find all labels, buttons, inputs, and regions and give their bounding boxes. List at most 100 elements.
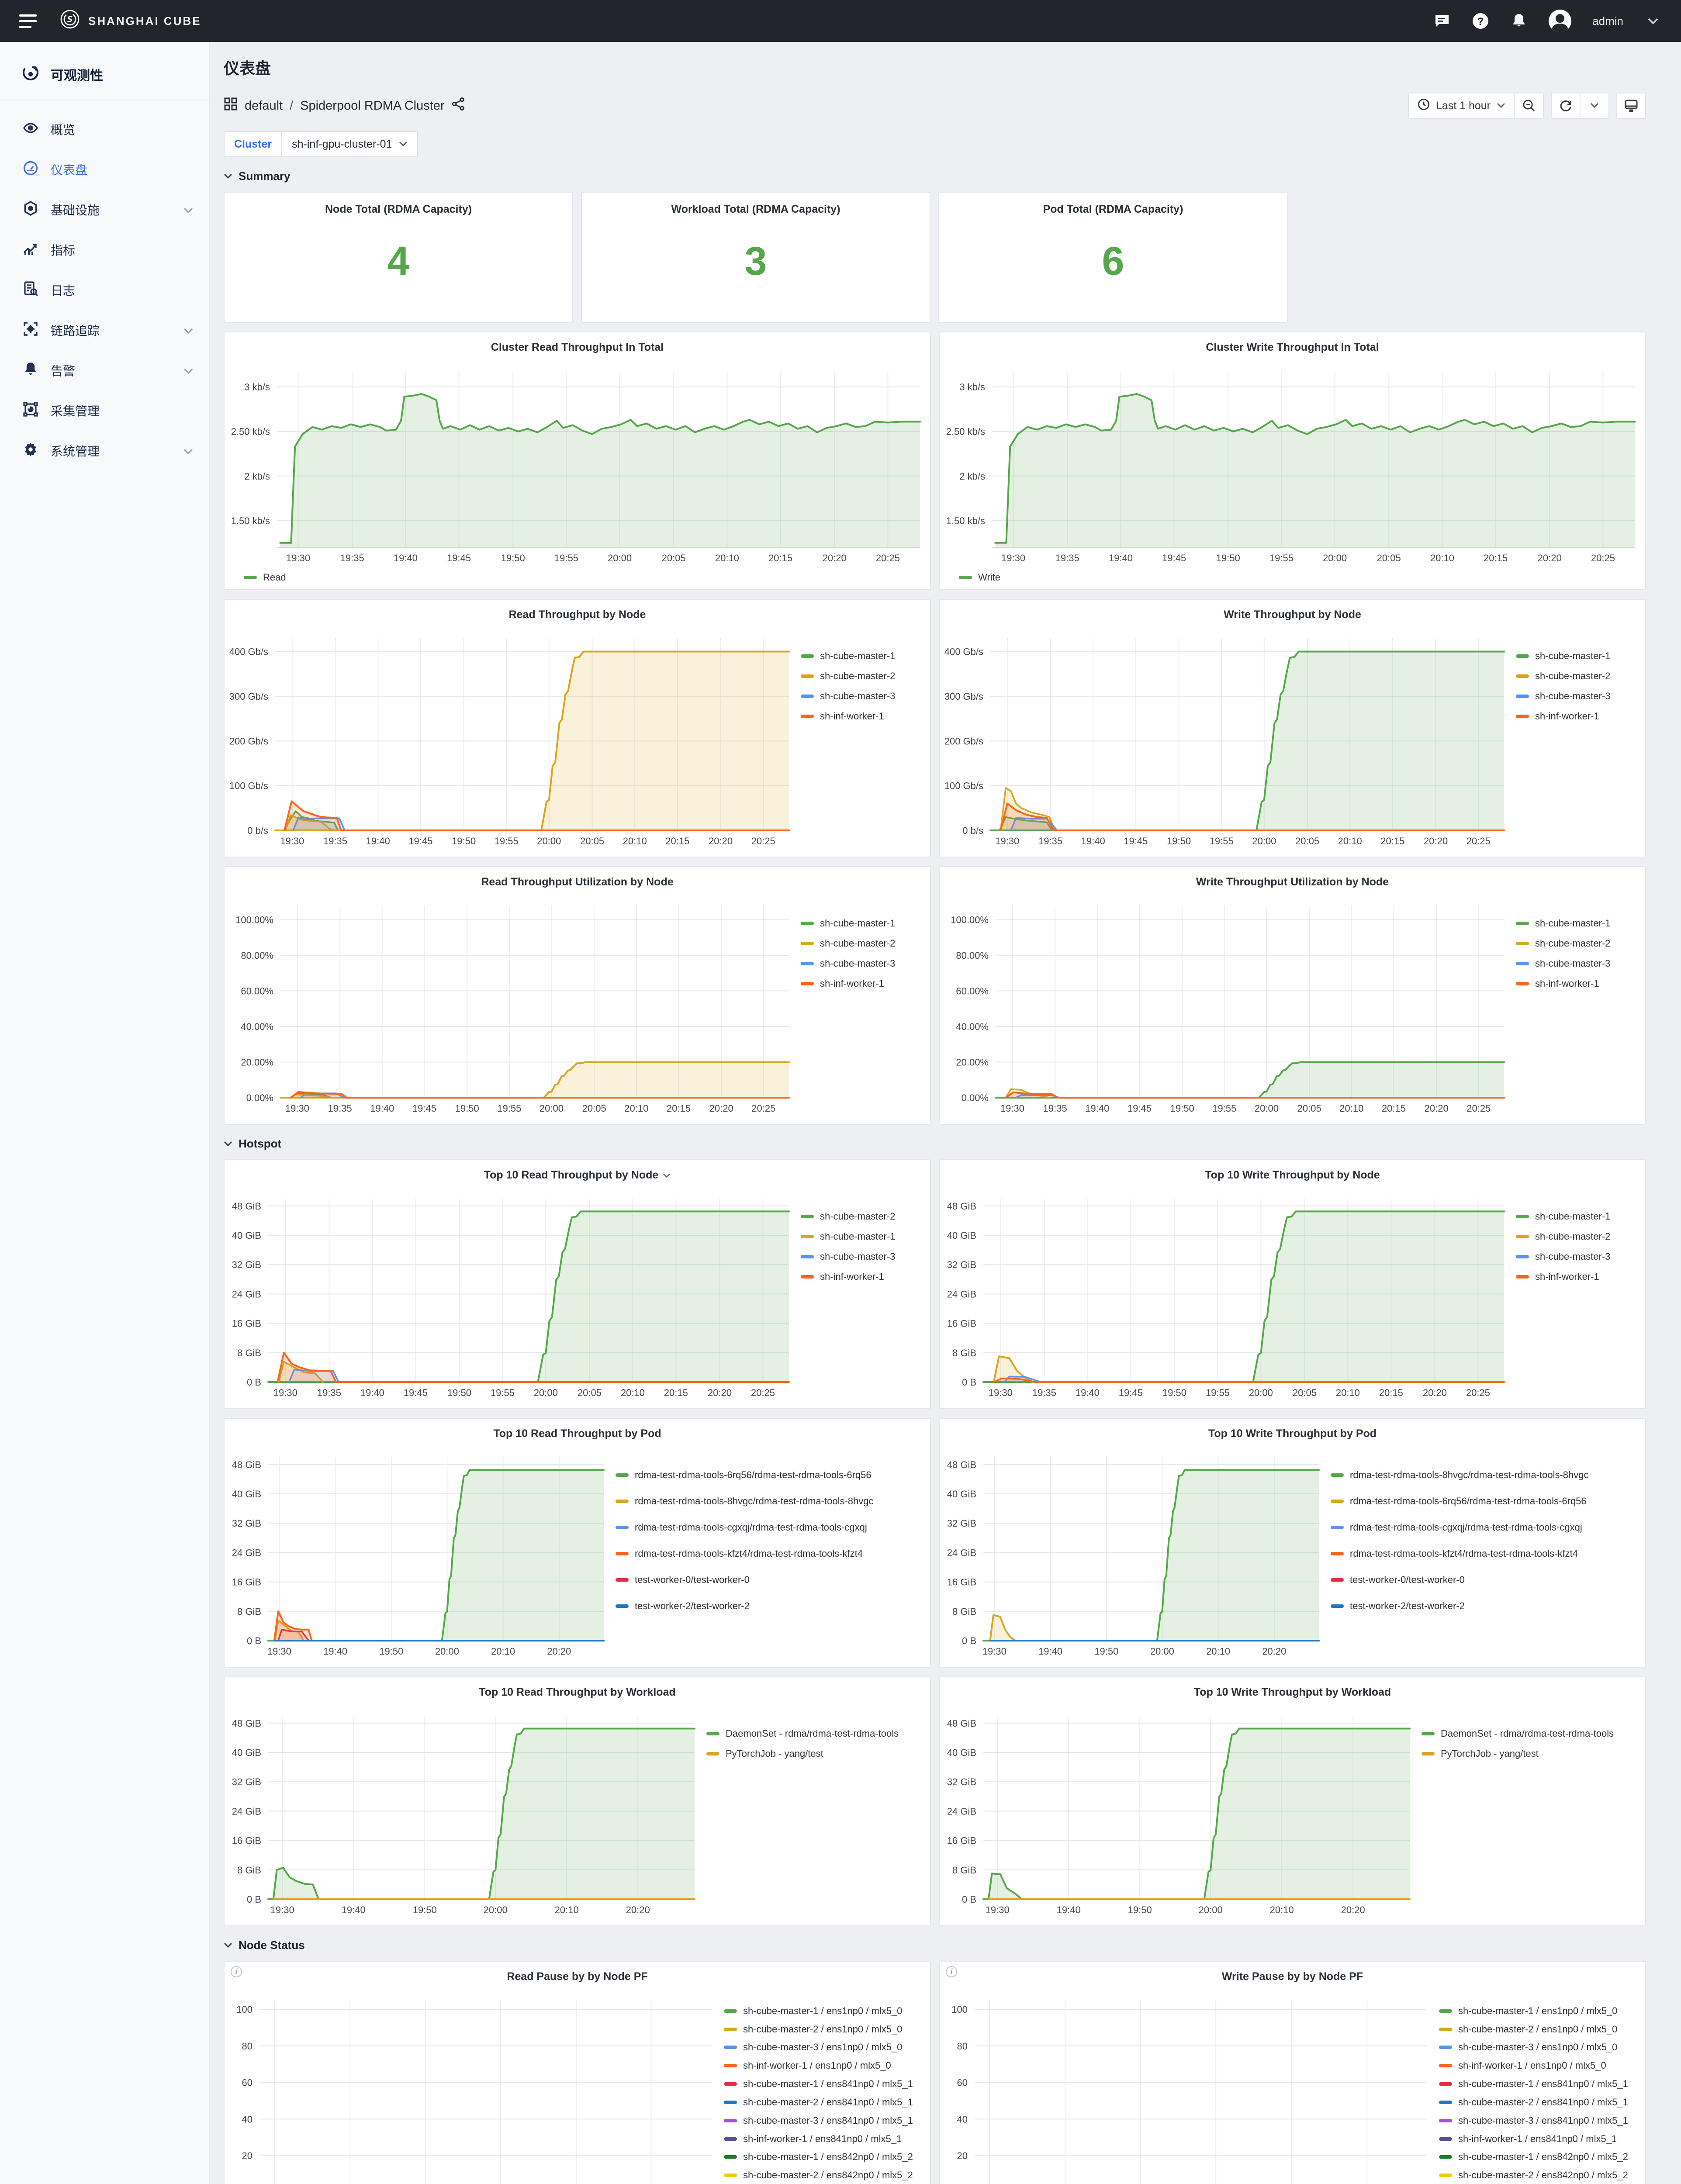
panel-info-icon[interactable]: i — [231, 1966, 242, 1977]
legend-item[interactable]: sh-inf-worker-1 — [1516, 711, 1638, 722]
chart-title[interactable]: Write Pause by by Node PF — [940, 1962, 1645, 1988]
share-icon[interactable] — [452, 97, 465, 114]
legend-item[interactable]: sh-inf-worker-1 / ens841np0 / mlx5_1 — [724, 2133, 923, 2145]
sidebar-item-logs[interactable]: 日志 — [0, 270, 209, 310]
sidebar-item-collection[interactable]: 采集管理 — [0, 390, 209, 431]
legend-item[interactable]: sh-cube-master-3 — [1516, 691, 1638, 702]
legend-item[interactable]: sh-cube-master-2 / ens842np0 / mlx5_2 — [724, 2170, 923, 2181]
sidebar-item-tracing[interactable]: 链路追踪 — [0, 310, 209, 350]
chart-title[interactable]: Top 10 Write Throughput by Pod — [940, 1419, 1645, 1445]
legend-item[interactable]: sh-cube-master-1 / ens842np0 / mlx5_2 — [724, 2151, 923, 2163]
legend-item[interactable]: sh-cube-master-1 — [801, 918, 923, 929]
legend-item[interactable]: sh-cube-master-2 — [1516, 938, 1638, 949]
legend-item[interactable]: sh-cube-master-1 / ens842np0 / mlx5_2 — [1439, 2151, 1638, 2163]
chart-title[interactable]: Cluster Read Throughput In Total — [225, 332, 930, 359]
legend-item[interactable]: sh-cube-master-2 — [1516, 670, 1638, 682]
legend-item[interactable]: rdma-test-rdma-tools-6rq56/rdma-test-rdm… — [1331, 1496, 1638, 1507]
panel-top10-write-by-pod[interactable]: Top 10 Write Throughput by Pod19:3019:40… — [939, 1418, 1646, 1668]
legend-item[interactable]: sh-cube-master-3 / ens1np0 / mlx5_0 — [1439, 2042, 1638, 2053]
legend-item[interactable]: rdma-test-rdma-tools-kfzt4/rdma-test-rdm… — [1331, 1548, 1638, 1559]
chart-title[interactable]: Top 10 Read Throughput by Pod — [225, 1419, 930, 1445]
chart-title[interactable]: Top 10 Read Throughput by Workload — [225, 1677, 930, 1704]
legend-item[interactable]: sh-inf-worker-1 — [1516, 1271, 1638, 1282]
legend-item[interactable]: sh-cube-master-2 — [801, 670, 923, 682]
sidebar-item-infrastructure[interactable]: 基础设施 — [0, 190, 209, 230]
panel-top10-read-by-pod[interactable]: Top 10 Read Throughput by Pod19:3019:401… — [224, 1418, 931, 1668]
legend-item[interactable]: rdma-test-rdma-tools-8hvgc/rdma-test-rdm… — [616, 1496, 923, 1507]
section-summary[interactable]: Summary — [224, 169, 1646, 183]
panel-read-throughput-by-node[interactable]: Read Throughput by Node19:3019:3519:4019… — [224, 599, 931, 857]
legend-item[interactable]: sh-cube-master-1 — [801, 650, 923, 662]
legend-item[interactable]: PyTorchJob - yang/test — [706, 1748, 923, 1759]
legend-item[interactable]: rdma-test-rdma-tools-8hvgc/rdma-test-rdm… — [1331, 1469, 1638, 1481]
zoom-out-button[interactable] — [1515, 93, 1543, 118]
tv-mode-button[interactable] — [1616, 93, 1646, 119]
user-menu-chevron-icon[interactable] — [1644, 12, 1662, 30]
chart-title[interactable]: Write Throughput by Node — [940, 600, 1645, 626]
panel-top10-read-by-workload[interactable]: Top 10 Read Throughput by Workload19:301… — [224, 1676, 931, 1926]
panel-write-pause-node-pf[interactable]: Write Pause by by Node PFi19:3019:4019:5… — [939, 1961, 1646, 2184]
legend-item[interactable]: sh-inf-worker-1 — [1516, 978, 1638, 989]
legend-item[interactable]: sh-cube-master-3 — [801, 691, 923, 702]
legend-item[interactable]: sh-cube-master-1 / ens841np0 / mlx5_1 — [724, 2078, 923, 2090]
sidebar-item-system[interactable]: 系统管理 — [0, 431, 209, 471]
legend-item[interactable]: sh-cube-master-1 / ens841np0 / mlx5_1 — [1439, 2078, 1638, 2090]
legend-item[interactable]: sh-inf-worker-1 — [801, 978, 923, 989]
panel-cluster-read-total[interactable]: Cluster Read Throughput In Total19:3019:… — [224, 332, 931, 590]
breadcrumb-dashboard-name[interactable]: Spiderpool RDMA Cluster — [300, 99, 444, 113]
panel-info-icon[interactable]: i — [946, 1966, 957, 1977]
legend-item[interactable]: sh-inf-worker-1 — [801, 711, 923, 722]
panel-read-utilization-by-node[interactable]: Read Throughput Utilization by Node19:30… — [224, 866, 931, 1125]
legend-item[interactable]: PyTorchJob - yang/test — [1422, 1748, 1638, 1759]
legend-item[interactable]: rdma-test-rdma-tools-cgxqj/rdma-test-rdm… — [1331, 1522, 1638, 1533]
stat-node-total[interactable]: Node Total (RDMA Capacity) 4 — [224, 192, 573, 323]
sidebar-item-overview[interactable]: 概览 — [0, 109, 209, 149]
refresh-interval-chevron-icon[interactable] — [1581, 93, 1608, 118]
chart-title[interactable]: Read Pause by by Node PF — [225, 1962, 930, 1988]
legend-item[interactable]: sh-cube-master-1 — [1516, 1211, 1638, 1222]
legend-item[interactable]: sh-cube-master-2 — [801, 938, 923, 949]
legend-item[interactable]: Write — [959, 572, 1000, 583]
breadcrumb[interactable]: default / Spiderpool RDMA Cluster — [224, 97, 465, 114]
legend-item[interactable]: sh-inf-worker-1 / ens841np0 / mlx5_1 — [1439, 2133, 1638, 2145]
chart-title[interactable]: Write Throughput Utilization by Node — [940, 867, 1645, 893]
legend-item[interactable]: Read — [244, 572, 286, 583]
legend-item[interactable]: sh-cube-master-1 — [1516, 918, 1638, 929]
legend-item[interactable]: test-worker-0/test-worker-0 — [616, 1574, 923, 1586]
bell-icon[interactable] — [1510, 12, 1528, 30]
panel-write-utilization-by-node[interactable]: Write Throughput Utilization by Node19:3… — [939, 866, 1646, 1125]
legend-item[interactable]: sh-cube-master-3 / ens841np0 / mlx5_1 — [724, 2115, 923, 2126]
sidebar-header[interactable]: 可观测性 — [0, 54, 209, 100]
legend-item[interactable]: rdma-test-rdma-tools-kfzt4/rdma-test-rdm… — [616, 1548, 923, 1559]
stat-workload-total[interactable]: Workload Total (RDMA Capacity) 3 — [581, 192, 930, 323]
panel-top10-write-by-workload[interactable]: Top 10 Write Throughput by Workload19:30… — [939, 1676, 1646, 1926]
legend-item[interactable]: DaemonSet - rdma/rdma-test-rdma-tools — [706, 1728, 923, 1739]
time-range-picker[interactable]: Last 1 hour — [1408, 93, 1544, 119]
panel-cluster-write-total[interactable]: Cluster Write Throughput In Total19:3019… — [939, 332, 1646, 590]
sidebar-item-metrics[interactable]: 指标 — [0, 230, 209, 270]
panel-top10-write-by-node[interactable]: Top 10 Write Throughput by Node19:3019:3… — [939, 1159, 1646, 1409]
legend-item[interactable]: sh-cube-master-2 / ens841np0 / mlx5_1 — [1439, 2097, 1638, 2108]
legend-item[interactable]: sh-cube-master-2 / ens841np0 / mlx5_1 — [724, 2097, 923, 2108]
chart-title[interactable]: Read Throughput Utilization by Node — [225, 867, 930, 893]
chart-title[interactable]: Cluster Write Throughput In Total — [940, 332, 1645, 359]
legend-item[interactable]: sh-cube-master-1 / ens1np0 / mlx5_0 — [724, 2005, 923, 2017]
breadcrumb-folder[interactable]: default — [245, 99, 283, 113]
legend-item[interactable]: sh-cube-master-3 — [801, 958, 923, 969]
stat-pod-total[interactable]: Pod Total (RDMA Capacity) 6 — [938, 192, 1288, 323]
time-range-button[interactable]: Last 1 hour — [1409, 93, 1514, 118]
legend-item[interactable]: sh-inf-worker-1 / ens1np0 / mlx5_0 — [1439, 2060, 1638, 2071]
variable-select[interactable]: sh-inf-gpu-cluster-01 — [281, 131, 418, 157]
menu-toggle-icon[interactable] — [19, 14, 37, 28]
legend-item[interactable]: sh-cube-master-2 — [1516, 1231, 1638, 1242]
legend-item[interactable]: sh-cube-master-3 / ens1np0 / mlx5_0 — [724, 2042, 923, 2053]
legend-item[interactable]: rdma-test-rdma-tools-cgxqj/rdma-test-rdm… — [616, 1522, 923, 1533]
message-icon[interactable] — [1433, 12, 1451, 30]
legend-item[interactable]: sh-cube-master-3 / ens841np0 / mlx5_1 — [1439, 2115, 1638, 2126]
sidebar-item-alerts[interactable]: 告警 — [0, 350, 209, 390]
chart-title[interactable]: Top 10 Write Throughput by Node — [940, 1160, 1645, 1186]
help-icon[interactable]: ? — [1472, 12, 1489, 30]
refresh-icon[interactable] — [1552, 93, 1580, 118]
refresh-control[interactable] — [1551, 93, 1609, 119]
section-hotspot[interactable]: Hotspot — [224, 1137, 1646, 1151]
